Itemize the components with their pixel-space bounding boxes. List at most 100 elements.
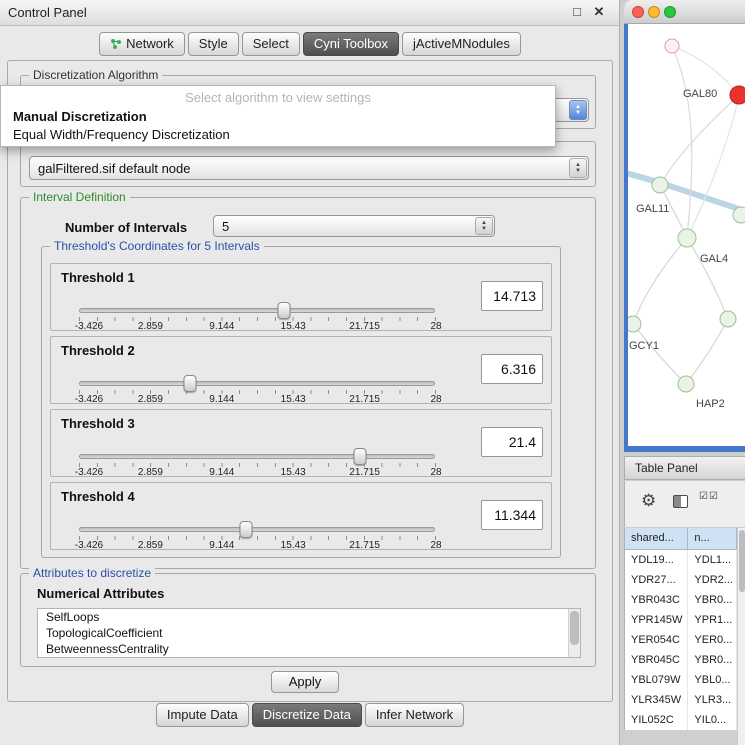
network-node-selected[interactable] [730,86,745,104]
close-traffic-light[interactable] [632,6,644,18]
network-node[interactable] [733,207,745,223]
tab-infer-network[interactable]: Infer Network [365,703,464,727]
slider-scale: -3.426 2.859 9.144 15.43 21.715 28 [79,321,436,332]
attributes-list: SelfLoops TopologicalCoefficient Between… [37,608,581,658]
top-tab-bar: Network Style Select Cyni Toolbox jActiv… [0,32,620,56]
table-row[interactable]: YIL052CYIL0... [625,710,737,730]
popup-placeholder: Select algorithm to view settings [1,88,555,108]
table-row[interactable]: YDL19...YDL1... [625,550,737,570]
slider-scale: -3.426 2.859 9.144 15.43 21.715 28 [79,467,436,478]
table-header: shared... n... [625,528,737,550]
tab-style[interactable]: Style [188,32,239,56]
threshold-row: Threshold 2 -3.426 2.859 9.144 15.43 21.… [50,336,552,404]
threshold-value-field[interactable]: 6.316 [481,354,543,384]
threshold-label: Threshold 1 [61,270,135,285]
node-label: GAL11 [636,203,669,215]
table-row[interactable]: YLR345WYLR3... [625,690,737,710]
apply-button[interactable]: Apply [271,671,339,693]
number-of-intervals-select[interactable]: 5 ▲▼ [213,215,495,237]
list-scrollbar[interactable] [568,609,580,657]
table-row[interactable]: YBR045CYBR0... [625,650,737,670]
threshold-value-field[interactable]: 11.344 [481,500,543,530]
number-of-intervals-label: Number of Intervals [65,220,187,235]
threshold-label: Threshold 2 [61,343,135,358]
network-canvas[interactable]: GAL80 GAL11 GAL4 GCY1 HAP2 [628,24,745,446]
combo-arrows-icon: ▲▼ [569,158,587,178]
group-label: Attributes to discretize [29,566,155,580]
tab-label: Select [253,36,289,51]
tab-label: Discretize Data [263,707,351,722]
threshold-row: Threshold 3 -3.426 2.859 9.144 15.43 21.… [50,409,552,477]
node-label: GAL4 [700,253,728,265]
tab-label: Network [126,36,174,51]
table-data-group: Table Data galFiltered.sif default node … [20,141,596,187]
list-item[interactable]: SelfLoops [38,609,580,625]
list-item[interactable]: BetweennessCentrality [38,641,580,657]
node-table: shared... n... YDL19...YDL1... YDR27...Y… [624,528,737,730]
column-header[interactable]: n... [688,528,737,550]
list-item[interactable]: TopologicalCoefficient [38,625,580,641]
popup-option-equal-width-frequency[interactable]: Equal Width/Frequency Discretization [1,126,555,144]
threshold-label: Threshold 4 [61,489,135,504]
tab-impute-data[interactable]: Impute Data [156,703,249,727]
table-scrollbar[interactable] [737,528,745,745]
threshold-value-field[interactable]: 14.713 [481,281,543,311]
column-header[interactable]: shared... [625,528,688,550]
table-panel-title: Table Panel [635,461,698,475]
node-label: GAL80 [683,88,717,100]
slider-scale: -3.426 2.859 9.144 15.43 21.715 28 [79,394,436,405]
network-node[interactable] [678,229,696,247]
network-node[interactable] [720,311,736,327]
close-icon[interactable]: ✕ [591,4,607,20]
network-node[interactable] [652,177,668,193]
minimize-traffic-light[interactable] [648,6,660,18]
combo-arrows-icon: ▲▼ [475,217,493,235]
cyni-toolbox-panel: Discretization Algorithm ▲▼ Table Data g… [7,60,613,702]
table-row[interactable]: YBR043CYBR0... [625,590,737,610]
attributes-group: Attributes to discretize Numerical Attri… [20,573,596,667]
tab-network[interactable]: Network [99,32,185,56]
numerical-attributes-label: Numerical Attributes [37,586,164,601]
table-row[interactable]: YPR145WYPR1... [625,610,737,630]
table-data-value: galFiltered.sif default node [30,161,568,176]
threshold-slider[interactable] [79,308,435,313]
group-label: Interval Definition [29,190,130,204]
threshold-value-field[interactable]: 21.4 [481,427,543,457]
tab-cyni-toolbox[interactable]: Cyni Toolbox [303,32,399,56]
zoom-traffic-light[interactable] [664,6,676,18]
control-panel-title: Control Panel [8,5,87,20]
gear-icon[interactable]: ⚙ [641,491,656,511]
group-label: Discretization Algorithm [29,68,162,82]
tab-discretize-data[interactable]: Discretize Data [252,703,362,727]
float-window-icon[interactable]: □ [569,4,585,20]
tab-label: Impute Data [167,707,238,722]
threshold-slider[interactable] [79,527,435,532]
group-label: Threshold's Coordinates for 5 Intervals [50,239,264,253]
control-panel: Control Panel □ ✕ Network Style Select C… [0,0,620,745]
threshold-slider[interactable] [79,381,435,386]
control-panel-titlebar: Control Panel □ ✕ [0,0,619,26]
table-panel-toolbar: ⚙ ☑☑ [624,481,745,527]
tab-label: Cyni Toolbox [314,36,388,51]
table-data-select[interactable]: galFiltered.sif default node ▲▼ [29,156,589,180]
network-node[interactable] [628,316,641,332]
threshold-slider[interactable] [79,454,435,459]
interval-definition-group: Interval Definition Number of Intervals … [20,197,596,569]
network-node[interactable] [665,39,679,53]
bottom-tab-bar: Impute Data Discretize Data Infer Networ… [0,703,620,727]
network-graph: GAL80 GAL11 GAL4 GCY1 HAP2 [628,24,745,446]
columns-icon[interactable] [673,495,688,508]
table-row[interactable]: YDR27...YDR2... [625,570,737,590]
network-icon [110,38,122,50]
select-columns-icon[interactable]: ☑☑ [699,491,719,502]
network-node[interactable] [678,376,694,392]
network-view-titlebar [624,0,745,24]
combo-arrows-icon: ▲▼ [569,100,587,120]
table-row[interactable]: YER054CYER0... [625,630,737,650]
table-row[interactable]: YBL079WYBL0... [625,670,737,690]
popup-option-manual-discretization[interactable]: Manual Discretization [1,108,555,126]
tab-label: Style [199,36,228,51]
tab-select[interactable]: Select [242,32,300,56]
tab-jactivemnodules[interactable]: jActiveMNodules [402,32,521,56]
threshold-row: Threshold 1 -3.426 2.859 9.144 15.43 21.… [50,263,552,331]
